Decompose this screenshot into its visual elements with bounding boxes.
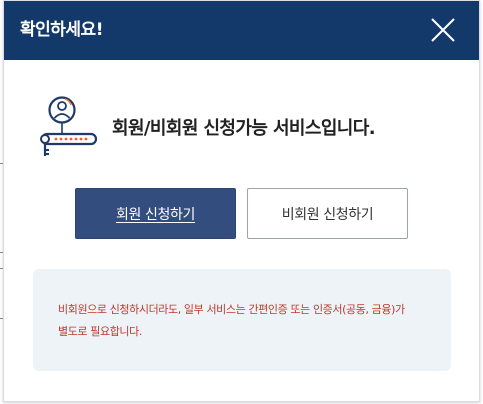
info-line: 비회원으로 신청하시더라도, 일부 서비스는 간편인증 또는 인증서(공동, 금…	[58, 303, 405, 316]
info-box: 비회원으로 신청하시더라도, 일부 서비스는 간편인증 또는 인증서(공동, 금…	[33, 269, 451, 371]
nonmember-apply-label: 비회원 신청하기	[281, 206, 374, 223]
notice-text: 회원/비회원 신청가능 서비스입니다.	[112, 118, 376, 139]
info-line: 별도로 필요합니다.	[58, 325, 142, 338]
member-apply-button[interactable]: 회원 신청하기	[75, 188, 236, 239]
nonmember-apply-button[interactable]: 비회원 신청하기	[247, 188, 408, 239]
close-icon	[431, 18, 455, 42]
confirm-dialog: 확인하세요! 회원/비회원 신청가능 서비스입니다. 회원 신청하기 비회원 신…	[3, 0, 480, 402]
user-key-icon	[34, 94, 102, 160]
info-text: 비회원으로 신청하시더라도, 일부 서비스는 간편인증 또는 인증서(공동, 금…	[58, 299, 438, 343]
notice-row: 회원/비회원 신청가능 서비스입니다.	[34, 94, 454, 160]
close-button[interactable]	[429, 16, 457, 44]
member-apply-label: 회원 신청하기	[116, 206, 195, 223]
dialog-title: 확인하세요!	[20, 20, 103, 40]
dialog-header: 확인하세요!	[4, 1, 479, 60]
